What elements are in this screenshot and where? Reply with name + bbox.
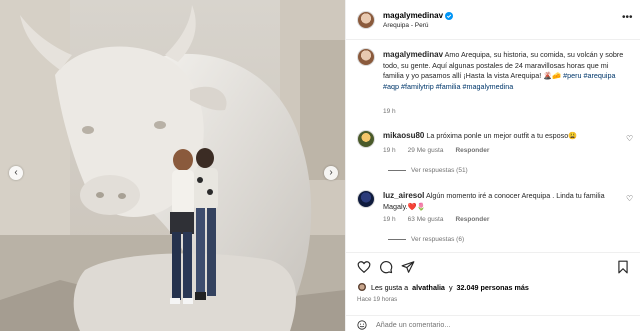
caption-text: magalymedinav Amo Arequipa, su historia,… (383, 50, 628, 92)
verified-icon (445, 11, 454, 20)
heart-icon[interactable]: ♡ (626, 194, 633, 203)
post-side-panel: magalymedinav Arequipa - Perú ••• magaly… (345, 0, 640, 331)
carousel-next-button[interactable]: › (324, 166, 338, 180)
post-actions: Les gusta a alvathalia y 32.049 personas… (346, 252, 640, 331)
author-username[interactable]: magalymedinav (383, 11, 443, 20)
carousel-prev-button[interactable]: ‹ (9, 166, 23, 180)
divider (388, 170, 406, 171)
post-location[interactable]: Arequipa - Perú (383, 22, 429, 29)
photo-bull-statue (0, 0, 345, 331)
comment-meta: 19 h 29 Me gusta Responder (383, 147, 489, 154)
likes-others[interactable]: 32.049 personas más (457, 283, 529, 292)
reply-button[interactable]: Responder (455, 147, 489, 154)
emoji-icon[interactable] (357, 320, 367, 330)
view-replies-button[interactable]: Ver respuestas (6) (388, 236, 464, 243)
posted-time: Hace 19 horas (357, 296, 398, 303)
comment-avatar[interactable] (357, 190, 375, 208)
liker-avatar[interactable] (357, 282, 367, 292)
comment-meta: 19 h 63 Me gusta Responder (383, 216, 489, 223)
heart-icon[interactable] (357, 260, 371, 274)
chevron-right-icon: › (329, 167, 333, 178)
save-icon[interactable] (616, 260, 630, 274)
divider (388, 239, 406, 240)
likes-connector: y (448, 282, 453, 292)
likes-prefix: Les gusta a (371, 282, 409, 292)
comment-likes[interactable]: 29 Me gusta (408, 147, 444, 154)
share-icon[interactable] (401, 260, 415, 274)
more-horizontal-icon[interactable]: ••• (622, 12, 633, 23)
reply-button[interactable]: Responder (455, 216, 489, 223)
chevron-left-icon: ‹ (14, 167, 18, 178)
view-replies-button[interactable]: Ver respuestas (51) (388, 167, 468, 174)
comment-username[interactable]: luz_airesol (383, 191, 424, 200)
post-image[interactable]: ‹ › (0, 0, 345, 331)
likes-first-user[interactable]: alvathalia (412, 283, 445, 292)
comment-text-row: mikaosu80 La próxima ponle un mejor outf… (383, 131, 613, 142)
comment-time: 19 h (383, 216, 396, 223)
comment-input[interactable] (376, 318, 626, 331)
heart-icon[interactable]: ♡ (626, 134, 633, 143)
caption-avatar[interactable] (357, 48, 375, 66)
author-name-row: magalymedinav (383, 11, 454, 20)
add-comment-bar (346, 315, 640, 331)
comment-username[interactable]: mikaosu80 (383, 131, 424, 140)
view-replies-label: Ver respuestas (6) (411, 236, 465, 243)
author-avatar[interactable] (357, 11, 375, 29)
likes-summary: Les gusta a alvathalia y 32.049 personas… (357, 282, 529, 292)
caption-time: 19 h (383, 108, 396, 115)
caption-username[interactable]: magalymedinav (383, 50, 443, 59)
view-replies-label: Ver respuestas (51) (411, 167, 468, 174)
instagram-post: ‹ › magalymedinav Arequipa - Perú ••• ma… (0, 0, 640, 331)
post-header: magalymedinav Arequipa - Perú ••• (346, 0, 640, 40)
comment-likes[interactable]: 63 Me gusta (408, 216, 444, 223)
comment-icon[interactable] (379, 260, 393, 274)
comment-text-row: luz_airesol Algún momento iré a conocer … (383, 191, 613, 212)
comment-avatar[interactable] (357, 130, 375, 148)
comment-text: La próxima ponle un mejor outfit a tu es… (426, 131, 578, 140)
comment-time: 19 h (383, 147, 396, 154)
